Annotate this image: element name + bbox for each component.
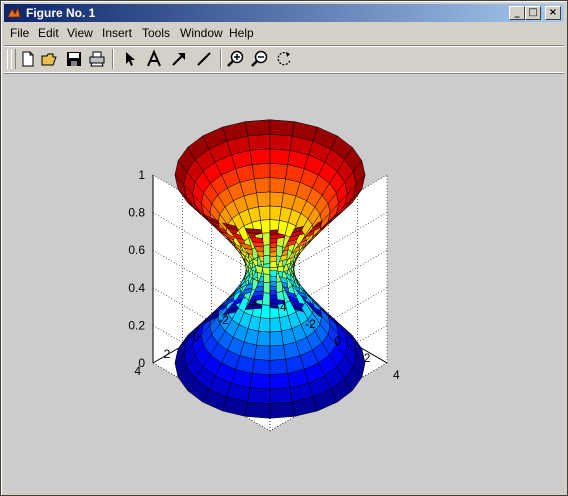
y-tick-label: 0 xyxy=(193,330,200,344)
z-tick-label: 0.6 xyxy=(128,243,145,257)
menu-tools[interactable]: Tools xyxy=(142,26,170,40)
x-tick-label: -4 xyxy=(276,300,287,314)
menu-insert[interactable]: Insert xyxy=(102,26,132,40)
close-icon: × xyxy=(548,7,558,18)
toolbar-separator xyxy=(220,49,222,69)
x-tick-label: 0 xyxy=(335,334,342,348)
surface-face xyxy=(269,191,284,208)
surface-face xyxy=(269,163,289,180)
surface-face xyxy=(258,317,271,333)
menu-file[interactable]: File xyxy=(10,26,29,40)
menu-view[interactable]: View xyxy=(67,26,93,40)
surface-face xyxy=(245,119,271,137)
surface-face xyxy=(269,373,291,390)
surface-face xyxy=(247,387,271,404)
surface-face xyxy=(263,273,271,284)
menu-edit[interactable]: Edit xyxy=(38,26,59,40)
z-tick-label: 1 xyxy=(138,168,145,182)
open-file-icon[interactable] xyxy=(40,49,60,69)
surface-face xyxy=(269,358,289,375)
surface-face xyxy=(256,330,271,347)
y-tick-label: -4 xyxy=(247,296,258,310)
close-button[interactable]: × xyxy=(545,6,561,20)
surface-plot[interactable]: 00.20.40.60.81-4-2024-4-2024 xyxy=(4,75,564,491)
insert-line-icon[interactable] xyxy=(194,49,214,69)
surface-face xyxy=(251,358,271,375)
minimize-button[interactable]: _ xyxy=(509,6,525,20)
figure-window: Figure No. 1 _ □ × File Edit View Insert… xyxy=(0,0,568,496)
title-bar[interactable]: Figure No. 1 _ □ × xyxy=(4,4,564,22)
surface-face xyxy=(247,134,271,151)
window-title: Figure No. 1 xyxy=(26,6,96,20)
zoom-in-icon[interactable] xyxy=(226,49,246,69)
surface-face xyxy=(249,148,271,165)
print-icon[interactable] xyxy=(87,49,107,69)
z-tick-label: 0.8 xyxy=(128,206,145,220)
surface-face xyxy=(261,266,271,275)
surface-face xyxy=(269,134,293,151)
select-arrow-icon[interactable] xyxy=(120,49,140,69)
surface-face xyxy=(263,254,271,265)
surface-face xyxy=(251,163,271,180)
surface-face xyxy=(269,401,295,419)
surface-face xyxy=(249,373,271,390)
surface-face xyxy=(245,401,271,419)
surface-face xyxy=(260,219,271,234)
insert-arrow-icon[interactable] xyxy=(169,49,189,69)
x-tick-label: -2 xyxy=(305,317,316,331)
y-tick-label: 4 xyxy=(134,364,141,378)
surface-face xyxy=(269,148,291,165)
y-tick-label: -2 xyxy=(218,313,229,327)
z-tick-label: 0.2 xyxy=(128,318,145,332)
toolbar-separator xyxy=(112,49,114,69)
menu-bar: File Edit View Insert Tools Window Help xyxy=(4,24,564,42)
toolbar-grip[interactable] xyxy=(11,49,16,69)
z-tick-label: 0.4 xyxy=(128,281,145,295)
surface-face xyxy=(263,244,271,256)
y-tick-label: 2 xyxy=(164,347,171,361)
surface-face xyxy=(269,344,286,361)
minimize-icon: _ xyxy=(514,7,520,18)
plot-area[interactable]: 0 0.2 0.4 0.6 0.8 1 -4 -2 0 2 4 -4 -2 0 2 4 xyxy=(4,75,564,491)
menu-window[interactable]: Window xyxy=(180,26,223,40)
surface-face xyxy=(260,304,271,319)
surface-face xyxy=(254,344,271,361)
surface-face xyxy=(269,119,295,137)
surface-face xyxy=(261,292,271,306)
matlab-logo-icon xyxy=(7,6,21,18)
surface-face xyxy=(263,282,271,294)
x-tick-label: 2 xyxy=(364,351,371,365)
surface-face xyxy=(258,205,271,221)
save-icon[interactable] xyxy=(64,49,84,69)
insert-text-icon[interactable] xyxy=(144,49,164,69)
x-tick-label: 4 xyxy=(393,368,400,382)
maximize-icon: □ xyxy=(528,7,538,18)
surface-face xyxy=(269,330,284,347)
maximize-button[interactable]: □ xyxy=(525,6,541,20)
new-figure-icon[interactable] xyxy=(18,49,38,69)
menu-help[interactable]: Help xyxy=(229,26,254,40)
surface-face xyxy=(261,232,271,246)
surface-face xyxy=(269,387,293,404)
surface-face xyxy=(256,191,271,208)
surface-face xyxy=(269,177,286,194)
toolbar xyxy=(4,45,564,73)
rotate-3d-icon[interactable] xyxy=(274,49,294,69)
surface-face xyxy=(254,177,271,194)
zoom-out-icon[interactable] xyxy=(250,49,270,69)
